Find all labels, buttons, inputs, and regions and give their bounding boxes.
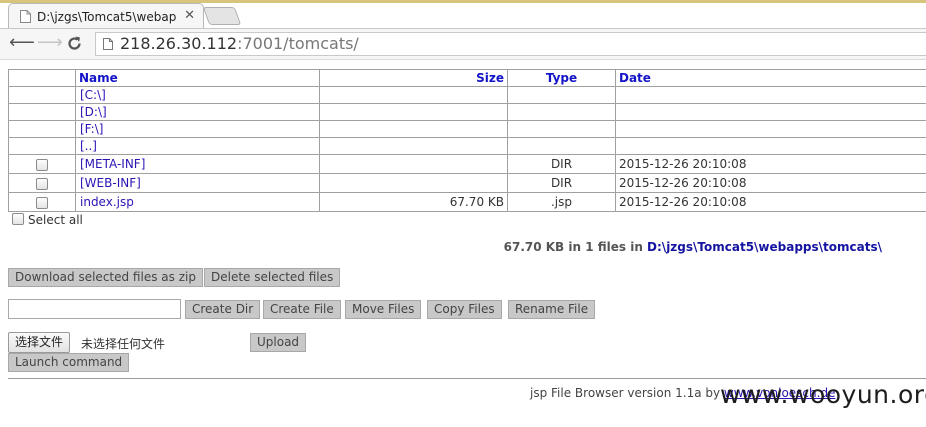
footer-divider bbox=[8, 378, 926, 379]
summary-path: D:\jzgs\Tomcat5\webapps\tomcats\ bbox=[647, 240, 882, 254]
select-all-label: Select all bbox=[28, 213, 83, 227]
table-row: [WEB-INF] DIR 2015-12-26 20:10:08 bbox=[8, 173, 926, 193]
table-header-row: Name Size Type Date bbox=[8, 69, 926, 87]
table-row: [C:\] bbox=[8, 86, 926, 104]
table-row: [F:\] bbox=[8, 120, 926, 138]
select-all[interactable]: Select all bbox=[12, 213, 83, 227]
drive-link-f[interactable]: [F:\] bbox=[80, 122, 103, 136]
table-row: [..] bbox=[8, 137, 926, 155]
rename-file-button[interactable]: Rename File bbox=[508, 300, 596, 319]
reload-icon[interactable] bbox=[66, 35, 83, 52]
parent-dir-link[interactable]: [..] bbox=[80, 139, 97, 153]
no-file-chosen-label: 未选择任何文件 bbox=[81, 337, 166, 351]
file-type: .jsp bbox=[507, 192, 616, 212]
watermark: www.wooyun.org bbox=[720, 380, 926, 409]
download-zip-button[interactable]: Download selected files as zip bbox=[8, 268, 203, 287]
file-table: Name Size Type Date [C:\] [D:\] [F:\] [.… bbox=[8, 69, 926, 212]
move-files-button[interactable]: Move Files bbox=[345, 300, 422, 319]
launch-command-button[interactable]: Launch command bbox=[8, 353, 130, 372]
forward-arrow-icon[interactable]: ⟶ bbox=[37, 32, 63, 54]
table-row: [META-INF] DIR 2015-12-26 20:10:08 bbox=[8, 154, 926, 174]
address-bar[interactable]: 218.26.30.112:7001/tomcats/ bbox=[95, 32, 926, 56]
delete-files-button[interactable]: Delete selected files bbox=[204, 268, 341, 287]
tab-title: D:\jzgs\Tomcat5\webap bbox=[37, 10, 177, 24]
url-text: 218.26.30.112:7001/tomcats/ bbox=[120, 34, 359, 54]
file-size bbox=[319, 154, 508, 174]
header-type[interactable]: Type bbox=[507, 69, 616, 87]
file-size bbox=[319, 173, 508, 193]
header-name[interactable]: Name bbox=[75, 69, 320, 87]
drive-link-c[interactable]: [C:\] bbox=[80, 88, 106, 102]
upload-button[interactable]: Upload bbox=[250, 333, 307, 352]
file-date: 2015-12-26 20:10:08 bbox=[615, 173, 926, 193]
file-size: 67.70 KB bbox=[319, 192, 508, 212]
drive-link-d[interactable]: [D:\] bbox=[80, 105, 107, 119]
file-link[interactable]: index.jsp bbox=[80, 195, 134, 209]
create-dir-button[interactable]: Create Dir bbox=[185, 300, 261, 319]
close-icon[interactable]: ✕ bbox=[184, 8, 195, 23]
url-path: :7001/tomcats/ bbox=[237, 34, 359, 53]
row-checkbox[interactable] bbox=[36, 158, 48, 171]
select-all-checkbox[interactable] bbox=[12, 213, 24, 225]
file-type: DIR bbox=[507, 173, 616, 193]
row-checkbox[interactable] bbox=[36, 196, 48, 209]
directory-summary: 67.70 KB in 1 files in D:\jzgs\Tomcat5\w… bbox=[504, 240, 882, 254]
tab-bar: D:\jzgs\Tomcat5\webap ✕ bbox=[0, 0, 926, 29]
header-date[interactable]: Date bbox=[615, 69, 926, 87]
back-arrow-icon[interactable]: ⟵ bbox=[9, 32, 35, 54]
summary-text: 67.70 KB in 1 files in bbox=[503, 240, 648, 254]
file-date: 2015-12-26 20:10:08 bbox=[615, 192, 926, 212]
browser-toolbar: ⟵ ⟶ 218.26.30.112:7001/tomcats/ bbox=[0, 29, 926, 60]
new-tab-button[interactable] bbox=[202, 7, 242, 25]
header-size[interactable]: Size bbox=[319, 69, 508, 87]
file-link[interactable]: [WEB-INF] bbox=[80, 176, 141, 190]
choose-file-button[interactable]: 选择文件 bbox=[8, 332, 71, 353]
table-row: [D:\] bbox=[8, 103, 926, 121]
header-checkbox-cell bbox=[8, 69, 76, 87]
table-row: index.jsp 67.70 KB .jsp 2015-12-26 20:10… bbox=[8, 192, 926, 212]
url-host: 218.26.30.112 bbox=[120, 34, 238, 53]
row-checkbox[interactable] bbox=[36, 177, 48, 190]
browser-tab[interactable]: D:\jzgs\Tomcat5\webap ✕ bbox=[8, 3, 204, 28]
file-link[interactable]: [META-INF] bbox=[80, 157, 145, 171]
file-type: DIR bbox=[507, 154, 616, 174]
filename-input[interactable] bbox=[8, 299, 181, 319]
create-file-button[interactable]: Create File bbox=[263, 300, 341, 319]
page-icon bbox=[20, 10, 31, 23]
page-icon bbox=[103, 38, 113, 50]
footer-text: jsp File Browser version 1.1a by bbox=[530, 386, 724, 400]
copy-files-button[interactable]: Copy Files bbox=[427, 300, 502, 319]
file-date: 2015-12-26 20:10:08 bbox=[615, 154, 926, 174]
